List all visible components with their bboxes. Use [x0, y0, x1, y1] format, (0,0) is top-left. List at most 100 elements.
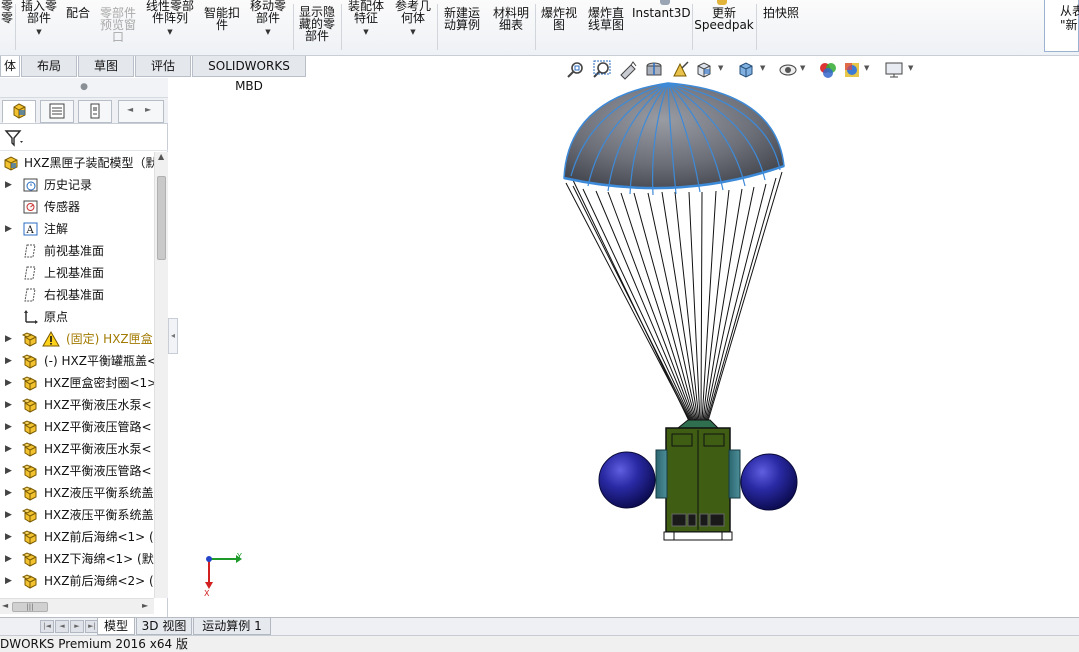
- expand-icon[interactable]: ▶: [5, 482, 12, 504]
- tree-item[interactable]: ▶ HXZ平衡液压水泵<: [0, 438, 154, 460]
- move-component-button[interactable]: 移动零 部件 ▼: [246, 0, 290, 54]
- expand-icon[interactable]: ▶: [5, 328, 12, 350]
- explode-line-sketch-button[interactable]: 爆炸直 线草图: [583, 0, 629, 54]
- panel-collapse-handle[interactable]: ◂: [168, 318, 178, 354]
- expand-icon[interactable]: ▶: [5, 460, 12, 482]
- zoom-to-fit-icon[interactable]: [566, 60, 586, 80]
- tree-item[interactable]: 前视基准面: [0, 240, 154, 262]
- tree-item[interactable]: ▶ HXZ前后海绵<2> (: [0, 570, 154, 592]
- tree-item[interactable]: 上视基准面: [0, 262, 154, 284]
- chevron-down-icon[interactable]: ▼: [800, 64, 805, 72]
- chevron-down-icon[interactable]: ▼: [908, 64, 913, 72]
- chevron-down-icon[interactable]: ▼: [864, 64, 869, 72]
- propertymanager-tab[interactable]: [40, 100, 74, 123]
- update-speedpak-button[interactable]: 更新 Speedpak: [694, 0, 754, 54]
- tab-motion-study-1[interactable]: 运动算例 1: [193, 618, 271, 635]
- section-view-icon[interactable]: [644, 60, 664, 80]
- first-tab-icon[interactable]: |◄: [40, 620, 54, 633]
- chevron-down-icon[interactable]: ▼: [718, 64, 723, 72]
- view-settings-icon[interactable]: [884, 60, 904, 80]
- tab-solidworks-mbd[interactable]: SOLIDWORKS MBD: [192, 56, 306, 93]
- tree-item[interactable]: ▶ HXZ平衡液压水泵<: [0, 394, 154, 416]
- tab-layout[interactable]: 布局: [21, 56, 77, 77]
- feature-filter-bar[interactable]: [0, 125, 168, 151]
- mate-button[interactable]: 配合: [62, 0, 94, 54]
- tab-assembly[interactable]: 体: [0, 56, 20, 77]
- chevron-down-icon[interactable]: ▼: [246, 26, 290, 38]
- featuremanager-tab[interactable]: [2, 100, 36, 123]
- expand-icon[interactable]: ▶: [5, 174, 12, 196]
- ribbon-button-partial[interactable]: 零 零: [0, 0, 14, 54]
- scrollbar-thumb[interactable]: |||: [12, 602, 48, 612]
- assembly-features-button[interactable]: 装配体 特征 ▼: [343, 0, 389, 54]
- new-motion-study-button[interactable]: 新建运 动算例: [439, 0, 485, 54]
- component-preview-button[interactable]: 零部件 预览窗 口: [96, 0, 140, 54]
- tree-item[interactable]: ▶ (-) HXZ平衡罐瓶盖<: [0, 350, 154, 372]
- tree-item[interactable]: ▶ HXZ液压平衡系统盖: [0, 482, 154, 504]
- tab-model[interactable]: 模型: [97, 618, 135, 635]
- bill-of-materials-button[interactable]: 材料明 细表: [488, 0, 534, 54]
- tree-item[interactable]: ▶ HXZ液压平衡系统盖: [0, 504, 154, 526]
- apply-scene-icon[interactable]: [842, 60, 862, 80]
- take-snapshot-button[interactable]: 拍快照: [758, 0, 804, 54]
- panel-tab-scroller[interactable]: ◄ ►: [118, 100, 164, 123]
- expand-icon[interactable]: ▶: [5, 570, 12, 592]
- graphics-area[interactable]: Y X: [178, 78, 1079, 617]
- chevron-down-icon[interactable]: ▼: [343, 26, 389, 38]
- dynamic-annotation-icon[interactable]: [670, 60, 690, 80]
- expand-icon[interactable]: ▶: [5, 504, 12, 526]
- scroll-up-icon[interactable]: ▲: [158, 152, 164, 161]
- smart-fasteners-button[interactable]: 智能扣 件: [200, 0, 244, 54]
- expand-icon[interactable]: ▶: [5, 350, 12, 372]
- expand-icon[interactable]: ▶: [5, 416, 12, 438]
- expand-icon[interactable]: ▶: [5, 394, 12, 416]
- show-hidden-components-button[interactable]: 显示隐 藏的零 部件: [295, 0, 339, 54]
- expand-icon[interactable]: ▶: [5, 218, 12, 240]
- chevron-down-icon[interactable]: ▼: [18, 26, 60, 38]
- scroll-right-icon[interactable]: ►: [142, 601, 148, 610]
- configurationmanager-tab[interactable]: [78, 100, 112, 123]
- assembly-model-view[interactable]: [178, 78, 1079, 617]
- linear-pattern-button[interactable]: 线性零部 件阵列 ▼: [142, 0, 198, 54]
- tree-vertical-scrollbar[interactable]: ▲: [154, 152, 168, 598]
- chevron-right-icon[interactable]: ►: [145, 105, 151, 114]
- filter-icon[interactable]: [4, 129, 26, 147]
- tree-item[interactable]: 右视基准面: [0, 284, 154, 306]
- chevron-down-icon[interactable]: ▼: [760, 64, 765, 72]
- tab-3d-view[interactable]: 3D 视图: [136, 618, 192, 635]
- ribbon-right-panel[interactable]: 从表 "新: [1044, 0, 1079, 52]
- chevron-down-icon[interactable]: ▼: [142, 26, 198, 38]
- tree-item[interactable]: ▶ HXZ下海绵<1> (默: [0, 548, 154, 570]
- tree-item[interactable]: ▶ HXZ平衡液压管路<: [0, 416, 154, 438]
- tree-item[interactable]: ▶ A 注解: [0, 218, 154, 240]
- expand-icon[interactable]: ▶: [5, 548, 12, 570]
- tab-sketch[interactable]: 草图: [78, 56, 134, 77]
- tree-item[interactable]: ▶ HXZ前后海绵<1> (: [0, 526, 154, 548]
- chevron-down-icon[interactable]: ▼: [390, 26, 436, 38]
- edit-appearance-icon[interactable]: [818, 60, 838, 80]
- tree-item[interactable]: ▶ HXZ匣盒密封圈<1>: [0, 372, 154, 394]
- scroll-left-icon[interactable]: ◄: [2, 601, 8, 610]
- expand-icon[interactable]: ▶: [5, 438, 12, 460]
- tree-item[interactable]: HXZ黑匣子装配模型（默: [0, 152, 154, 174]
- next-tab-icon[interactable]: ►: [70, 620, 84, 633]
- tree-item[interactable]: 传感器: [0, 196, 154, 218]
- display-style-icon[interactable]: [736, 60, 756, 80]
- zoom-to-area-icon[interactable]: [592, 60, 612, 80]
- reference-geometry-button[interactable]: 参考几 何体 ▼: [390, 0, 436, 54]
- tree-item[interactable]: ▶ 历史记录: [0, 174, 154, 196]
- insert-component-button[interactable]: 插入零 部件 ▼: [18, 0, 60, 54]
- expand-icon[interactable]: ▶: [5, 526, 12, 548]
- chevron-left-icon[interactable]: ◄: [127, 105, 133, 114]
- tree-item[interactable]: 原点: [0, 306, 154, 328]
- panel-grip[interactable]: ●: [0, 78, 168, 98]
- tree-item[interactable]: ▶ (固定) HXZ匣盒: [0, 328, 154, 350]
- prev-tab-icon[interactable]: ◄: [55, 620, 69, 633]
- tab-evaluate[interactable]: 评估: [135, 56, 191, 77]
- tree-item[interactable]: ▶ HXZ平衡液压管路<: [0, 460, 154, 482]
- scrollbar-thumb[interactable]: [157, 176, 166, 260]
- expand-icon[interactable]: ▶: [5, 372, 12, 394]
- instant3d-button[interactable]: Instant3D: [632, 0, 691, 54]
- previous-view-icon[interactable]: [618, 60, 638, 80]
- tree-horizontal-scrollbar[interactable]: ◄ ||| ►: [0, 598, 154, 614]
